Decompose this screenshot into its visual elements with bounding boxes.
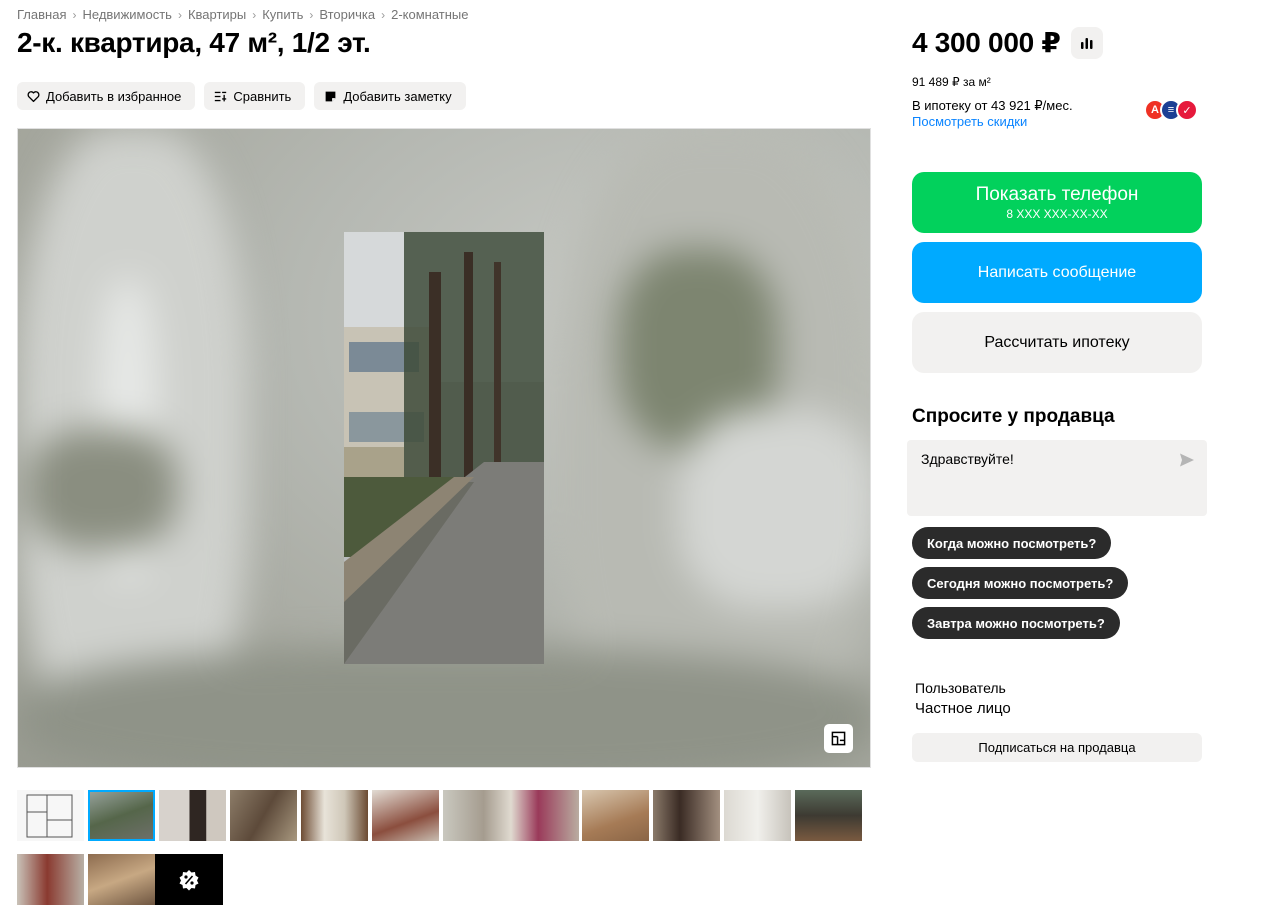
quick-question-when[interactable]: Когда можно посмотреть?	[912, 527, 1112, 559]
thumbnail-photo[interactable]	[88, 854, 155, 905]
listing-actions: Добавить в избранное Сравнить Добавить з…	[17, 82, 466, 110]
ask-seller-title: Спросите у продавца	[912, 406, 1115, 427]
photo-gallery[interactable]	[17, 128, 871, 768]
view-discounts-link[interactable]: Посмотреть скидки	[912, 114, 1027, 129]
thumbnail-photo[interactable]	[795, 790, 862, 841]
breadcrumb-separator: ›	[72, 7, 77, 22]
price-row: 4 300 000 ₽	[912, 26, 1103, 59]
thumbnail-photo[interactable]	[582, 790, 649, 841]
breadcrumb-item-two-room[interactable]: 2-комнатные	[391, 7, 468, 22]
compare-icon	[215, 91, 227, 101]
add-favorite-label: Добавить в избранное	[46, 88, 182, 104]
show-phone-label: Показать телефон	[975, 184, 1139, 205]
mortgage-monthly: В ипотеку от 43 921 ₽/мес.	[912, 98, 1073, 113]
thumbnail-photo[interactable]	[301, 790, 368, 841]
breadcrumb-separator: ›	[252, 7, 257, 22]
quick-question-tomorrow[interactable]: Завтра можно посмотреть?	[912, 607, 1120, 639]
breadcrumb-item-buy[interactable]: Купить	[262, 7, 303, 22]
thumbnail-more-photos[interactable]	[155, 854, 223, 905]
thumbnail-photo[interactable]	[724, 790, 791, 841]
price-per-square-meter: 91 489 ₽ за м²	[912, 75, 991, 89]
breadcrumb: Главная › Недвижимость › Квартиры › Купи…	[17, 7, 468, 22]
seller-type: Частное лицо	[915, 700, 1011, 717]
show-phone-button[interactable]: Показать телефон 8 XXX XXX-XX-XX	[912, 172, 1202, 233]
add-favorite-button[interactable]: Добавить в избранное	[17, 82, 196, 110]
write-message-button[interactable]: Написать сообщение	[912, 242, 1202, 303]
page-title: 2-к. квартира, 47 м², 1/2 эт.	[17, 27, 371, 58]
thumbnail-exterior[interactable]	[88, 790, 155, 841]
add-note-button[interactable]: Добавить заметку	[314, 82, 466, 110]
breadcrumb-item-realty[interactable]: Недвижимость	[82, 7, 171, 22]
partner-banks: А ≡ ✓	[1144, 99, 1198, 121]
breadcrumb-item-secondary[interactable]: Вторичка	[319, 7, 375, 22]
thumbnail-floor-plan[interactable]	[17, 790, 84, 841]
breadcrumb-item-home[interactable]: Главная	[17, 7, 66, 22]
price: 4 300 000 ₽	[912, 27, 1061, 58]
floor-plan-icon	[831, 731, 846, 746]
seller-name[interactable]: Пользователь	[915, 680, 1006, 696]
thumbnail-photo[interactable]	[372, 790, 439, 841]
calculate-mortgage-button[interactable]: Рассчитать ипотеку	[912, 312, 1202, 373]
breadcrumb-separator: ›	[177, 7, 182, 22]
subscribe-seller-button[interactable]: Подписаться на продавца	[912, 733, 1202, 762]
send-icon[interactable]	[1179, 452, 1195, 468]
price-history-button[interactable]	[1070, 26, 1103, 59]
main-photo[interactable]	[344, 232, 544, 664]
breadcrumb-separator: ›	[381, 7, 386, 22]
add-note-label: Добавить заметку	[343, 88, 452, 104]
thumbnail-photo[interactable]	[17, 854, 84, 905]
quick-question-today[interactable]: Сегодня можно посмотреть?	[912, 567, 1129, 599]
phone-masked: 8 XXX XXX-XX-XX	[1006, 207, 1108, 221]
breadcrumb-item-apartments[interactable]: Квартиры	[188, 7, 246, 22]
sovcombank-icon: ✓	[1176, 99, 1198, 121]
breadcrumb-separator: ›	[309, 7, 314, 22]
compare-button[interactable]: Сравнить	[204, 82, 306, 110]
thumbnail-photo[interactable]	[443, 790, 579, 841]
bar-chart-icon	[1080, 37, 1093, 49]
main-photo-image	[344, 232, 544, 664]
thumbnail-photo[interactable]	[159, 790, 226, 841]
discount-badge-icon	[179, 869, 199, 890]
floor-plan-button[interactable]	[824, 724, 853, 753]
thumbnail-photo[interactable]	[653, 790, 720, 841]
heart-icon	[27, 90, 40, 102]
seller-message-text: Здравствуйте!	[921, 451, 1014, 467]
compare-label: Сравнить	[233, 88, 292, 104]
note-icon	[325, 91, 336, 101]
seller-message-input[interactable]: Здравствуйте!	[907, 440, 1207, 516]
thumbnail-photo[interactable]	[230, 790, 297, 841]
